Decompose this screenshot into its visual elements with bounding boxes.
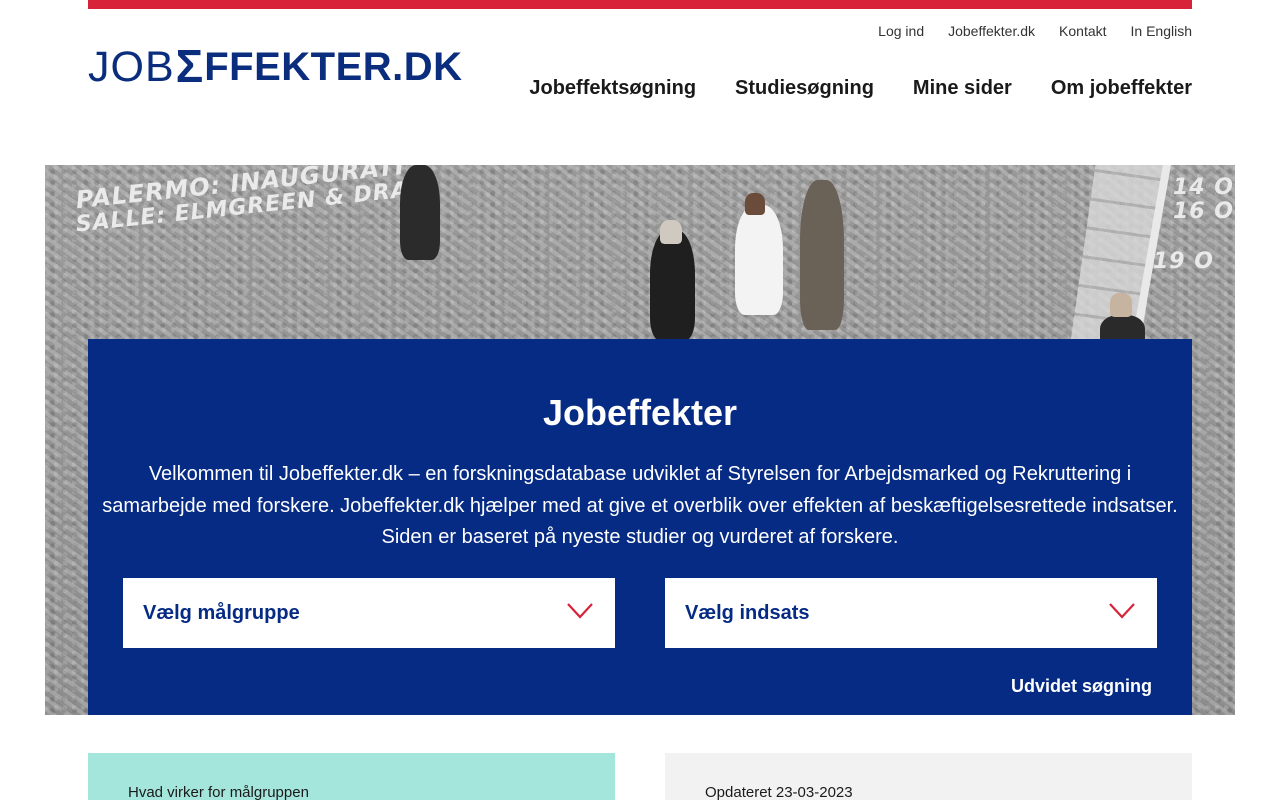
hero-person-4	[800, 180, 844, 330]
hero-ground-text-4: 16 O	[1173, 199, 1234, 224]
intro-text: Velkommen til Jobeffekter.dk – en forskn…	[102, 463, 1178, 548]
updated-date-text: Opdateret 23-03-2023	[705, 784, 853, 800]
util-link-jobeffekter[interactable]: Jobeffekter.dk	[948, 23, 1035, 39]
hero-person-3	[735, 205, 783, 315]
updated-card: Opdateret 23-03-2023	[665, 753, 1192, 800]
main-nav: Jobeffektsøgning Studiesøgning Mine side…	[529, 77, 1192, 100]
hero-person-2-head	[660, 220, 682, 244]
util-link-login[interactable]: Log ind	[878, 23, 924, 39]
util-link-english[interactable]: In English	[1131, 23, 1192, 39]
hero-ground-text-3: 14 O	[1173, 175, 1234, 200]
effort-select-label: Vælg indsats	[685, 601, 810, 624]
hero-ground-text-5: 19 O	[1153, 249, 1214, 274]
search-panel: Jobeffekter Velkommen til Jobeffekter.dk…	[88, 339, 1192, 715]
util-link-contact[interactable]: Kontakt	[1059, 23, 1106, 39]
hero-person-1	[400, 165, 440, 260]
site-header: JOB Σ FFEKTER.DK Log ind Jobeffekter.dk …	[0, 9, 1280, 127]
nav-item-om-jobeffekter[interactable]: Om jobeffekter	[1051, 77, 1192, 100]
advanced-search-link[interactable]: Udvidet søgning	[1011, 676, 1152, 697]
chevron-down-icon	[567, 603, 593, 619]
logo-text-rest: FFEKTER.DK	[204, 44, 463, 89]
site-logo[interactable]: JOB Σ FFEKTER.DK	[88, 40, 463, 93]
top-accent-bar	[88, 0, 1192, 9]
page-title: Jobeffekter	[542, 392, 738, 433]
target-group-card-text: Hvad virker for målgruppen	[128, 784, 309, 800]
nav-item-studiesogning[interactable]: Studiesøgning	[735, 77, 874, 100]
hero-person-3-head	[745, 193, 765, 215]
hero-person-2	[650, 230, 695, 340]
target-group-card[interactable]: Hvad virker for målgruppen	[88, 753, 615, 800]
effort-select[interactable]: Vælg indsats	[665, 578, 1157, 648]
target-group-select[interactable]: Vælg målgruppe	[123, 578, 615, 648]
logo-sigma-icon: Σ	[175, 40, 204, 92]
utility-nav: Log ind Jobeffekter.dk Kontakt In Englis…	[878, 23, 1192, 39]
nav-item-mine-sider[interactable]: Mine sider	[913, 77, 1012, 100]
logo-text-job: JOB	[88, 42, 175, 91]
chevron-down-icon	[1109, 603, 1135, 619]
nav-item-jobeffektsogning[interactable]: Jobeffektsøgning	[529, 77, 696, 100]
hero-person-5-head	[1110, 293, 1132, 317]
target-group-select-label: Vælg målgruppe	[143, 601, 300, 624]
